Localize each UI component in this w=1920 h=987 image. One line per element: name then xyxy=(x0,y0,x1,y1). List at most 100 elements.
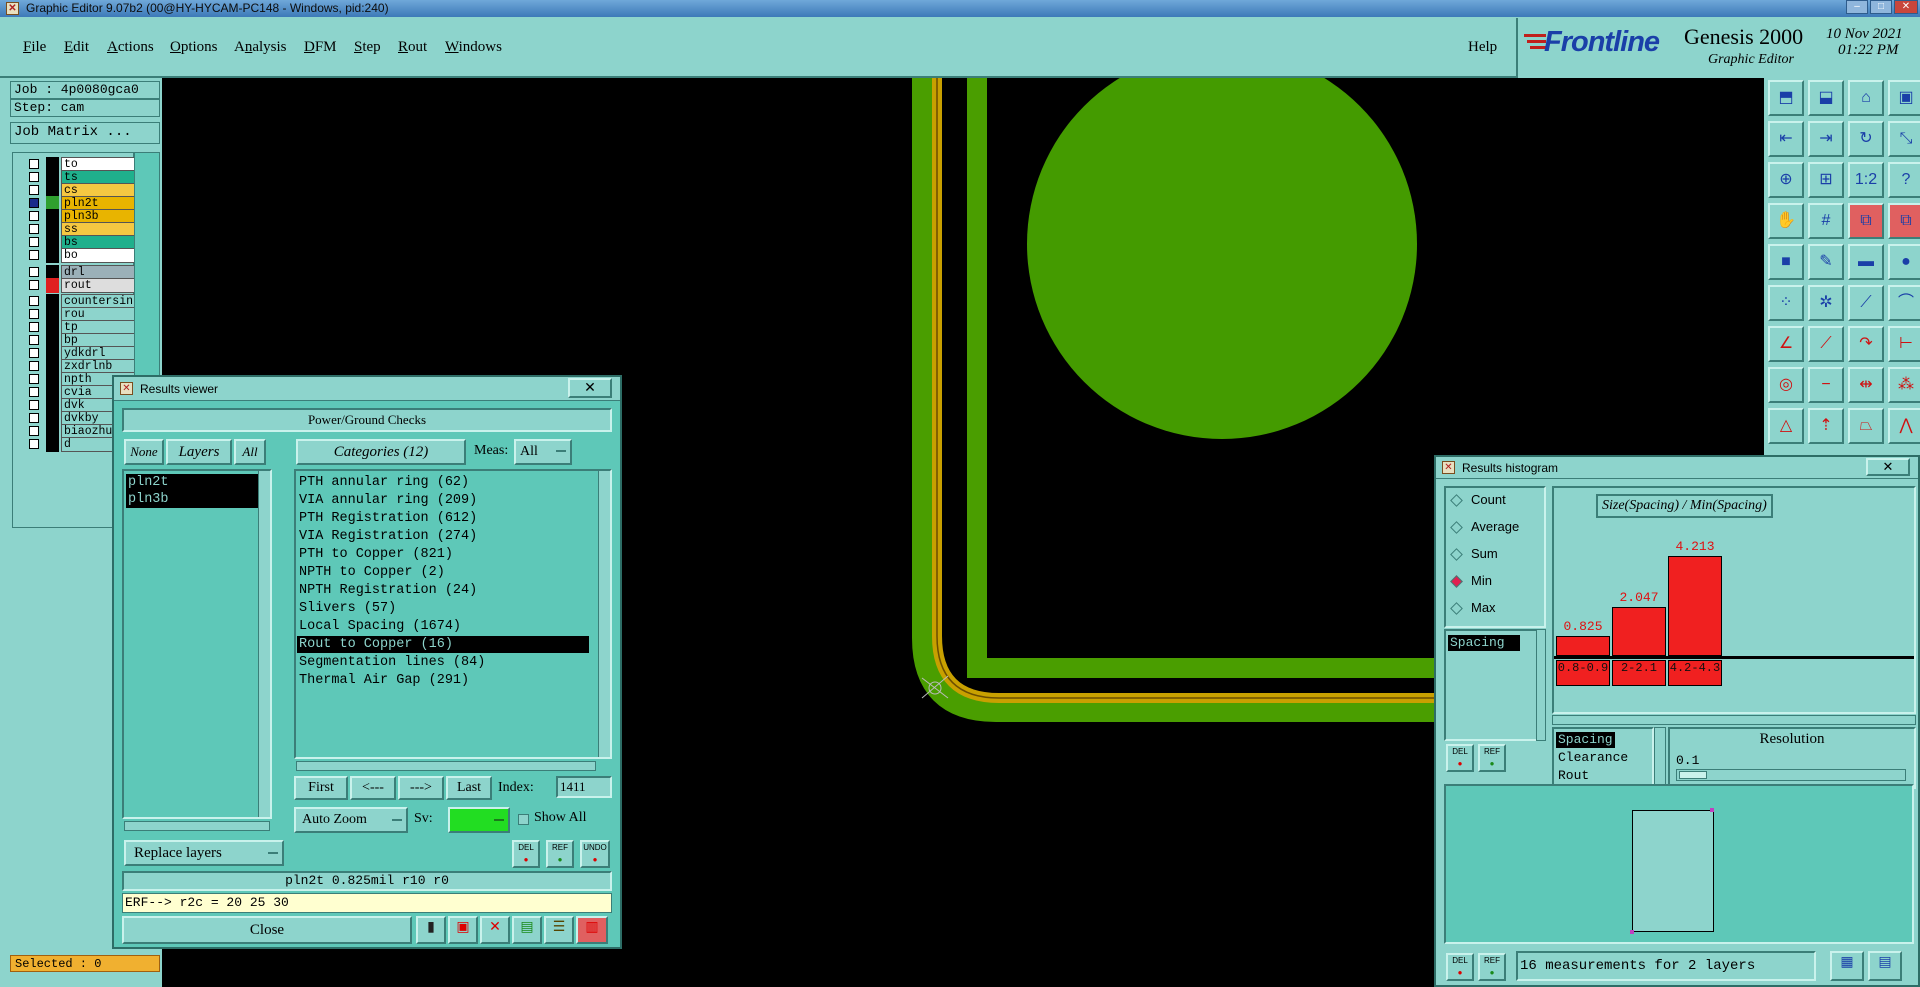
menu-actions[interactable]: Actions xyxy=(107,39,154,56)
menu-file[interactable]: File xyxy=(23,39,46,56)
scale-icon[interactable]: 1:2 xyxy=(1848,162,1884,198)
resolution-slider-thumb[interactable] xyxy=(1679,771,1707,779)
star-icon[interactable]: ✲ xyxy=(1808,285,1844,321)
layer-checkbox[interactable] xyxy=(29,426,39,436)
layer-checkbox[interactable] xyxy=(29,250,39,260)
peak-icon[interactable]: ⋀ xyxy=(1888,408,1920,444)
list-view-icon[interactable]: ▤ xyxy=(1868,951,1902,981)
merge-icon[interactable]: ⇹ xyxy=(1848,367,1884,403)
line-icon[interactable]: ⟋ xyxy=(1848,285,1884,321)
screen-icon[interactable]: ▣ xyxy=(448,916,478,944)
layer-checkbox[interactable] xyxy=(29,224,39,234)
histogram-icon[interactable]: ▥ xyxy=(576,916,608,944)
node-icon[interactable]: ⁘ xyxy=(1768,285,1804,321)
layers-button[interactable]: Layers xyxy=(166,439,232,465)
hist-del-button[interactable]: DEL ● xyxy=(1446,744,1474,772)
measure-type-scrollbar[interactable] xyxy=(1536,629,1546,741)
redo-icon[interactable]: ↷ xyxy=(1848,326,1884,362)
trapezoid-icon[interactable]: ⏢ xyxy=(1848,408,1884,444)
minimize-button[interactable]: – xyxy=(1846,0,1868,14)
show-all-checkbox[interactable] xyxy=(518,814,529,825)
radio-diamond-icon[interactable] xyxy=(1450,548,1463,561)
export-icon[interactable]: ▤ xyxy=(512,916,542,944)
layer-checkbox[interactable] xyxy=(29,211,39,221)
layer-row[interactable]: rout xyxy=(27,278,157,293)
hist-ref-button-bottom[interactable]: REF ● xyxy=(1478,953,1506,981)
maximize-button[interactable]: □ xyxy=(1870,0,1892,14)
histogram-bar[interactable] xyxy=(1556,636,1610,656)
snap-icon[interactable]: ↻ xyxy=(1848,121,1884,157)
zoom-fit-icon[interactable]: ⊕ xyxy=(1768,162,1804,198)
layer-checkbox[interactable] xyxy=(29,198,39,208)
chart-hscroll[interactable] xyxy=(1552,715,1916,725)
arrow-up-icon[interactable]: ⇡ xyxy=(1808,408,1844,444)
resolution-slider[interactable] xyxy=(1676,769,1906,781)
layer-checkbox[interactable] xyxy=(29,361,39,371)
radio-diamond-icon[interactable] xyxy=(1450,602,1463,615)
measure-item[interactable]: Clearance xyxy=(1556,750,1630,766)
ref-button[interactable]: REF ● xyxy=(546,840,574,868)
home-icon[interactable]: ⌂ xyxy=(1848,80,1884,116)
window-icon[interactable]: ▣ xyxy=(1888,80,1920,116)
aggregation-option[interactable]: Average xyxy=(1450,519,1519,534)
category-item[interactable]: Slivers (57) xyxy=(297,600,589,617)
menu-analysis[interactable]: Analysis xyxy=(234,39,287,56)
ruler-icon[interactable]: ▬ xyxy=(1848,244,1884,280)
cluster-icon[interactable]: ⁂ xyxy=(1888,367,1920,403)
layer-checkbox[interactable] xyxy=(29,400,39,410)
result-layer-item[interactable]: pln2t xyxy=(126,474,258,491)
layer-checkbox[interactable] xyxy=(29,296,39,306)
open-icon[interactable]: ⬒ xyxy=(1768,80,1804,116)
slash-icon[interactable]: ⟋ xyxy=(1808,326,1844,362)
layer-checkbox[interactable] xyxy=(29,267,39,277)
layer-checkbox[interactable] xyxy=(29,374,39,384)
menu-rout[interactable]: Rout xyxy=(398,39,427,56)
aggregation-option[interactable]: Sum xyxy=(1450,546,1498,561)
hand-icon[interactable]: ✋ xyxy=(1768,203,1804,239)
category-item[interactable]: Segmentation lines (84) xyxy=(297,654,589,671)
categories-button[interactable]: Categories (12) xyxy=(296,439,466,465)
help-icon[interactable]: ? xyxy=(1888,162,1920,198)
grid-icon[interactable]: # xyxy=(1808,203,1844,239)
category-item[interactable]: Thermal Air Gap (291) xyxy=(297,672,589,689)
menu-windows[interactable]: Windows xyxy=(445,39,502,56)
resize-icon[interactable]: ⤡ xyxy=(1888,121,1920,157)
edit-icon[interactable]: ✎ xyxy=(1808,244,1844,280)
route-icon[interactable]: ⧉ xyxy=(1848,203,1884,239)
layer-checkbox[interactable] xyxy=(29,335,39,345)
layer-row[interactable]: bo xyxy=(27,248,157,263)
circle-icon[interactable]: ● xyxy=(1888,244,1920,280)
triangle-icon[interactable]: △ xyxy=(1768,408,1804,444)
layer-checkbox[interactable] xyxy=(29,309,39,319)
category-item[interactable]: VIA Registration (274) xyxy=(297,528,589,545)
replace-layers-dropdown[interactable]: Replace layers xyxy=(124,840,284,866)
hist-del-button-bottom[interactable]: DEL ● xyxy=(1446,953,1474,981)
histogram-bar[interactable] xyxy=(1668,556,1722,656)
chart-view-icon[interactable]: ▦ xyxy=(1830,951,1864,981)
first-button[interactable]: First xyxy=(294,776,348,800)
save-icon[interactable]: ⬓ xyxy=(1808,80,1844,116)
auto-zoom-dropdown[interactable]: Auto Zoom xyxy=(294,807,408,833)
close-window-button[interactable]: ✕ xyxy=(1894,0,1918,14)
histogram-bar[interactable] xyxy=(1612,607,1666,656)
category-list-hscroll[interactable] xyxy=(296,761,596,771)
result-layer-item[interactable]: pln3b xyxy=(126,491,258,508)
last-button[interactable]: Last xyxy=(446,776,492,800)
move-left-icon[interactable]: ⇤ xyxy=(1768,121,1804,157)
meas-dropdown[interactable]: All xyxy=(514,439,572,465)
measure-list-scrollbar[interactable] xyxy=(1654,727,1666,789)
layer-checkbox[interactable] xyxy=(29,322,39,332)
report-icon[interactable]: ☰ xyxy=(544,916,574,944)
aggregation-option[interactable]: Count xyxy=(1450,492,1506,507)
aggregation-option[interactable]: Min xyxy=(1450,573,1492,588)
category-list-vscroll[interactable] xyxy=(598,471,610,757)
split-icon[interactable]: ⊢ xyxy=(1888,326,1920,362)
category-item[interactable]: VIA annular ring (209) xyxy=(297,492,589,509)
close-button[interactable]: Close xyxy=(122,916,412,944)
category-item[interactable]: NPTH Registration (24) xyxy=(297,582,589,599)
target-icon[interactable]: ◎ xyxy=(1768,367,1804,403)
menu-help[interactable]: Help xyxy=(1468,39,1497,56)
angle-icon[interactable]: ∠ xyxy=(1768,326,1804,362)
layer-checkbox[interactable] xyxy=(29,172,39,182)
layer-checkbox[interactable] xyxy=(29,348,39,358)
